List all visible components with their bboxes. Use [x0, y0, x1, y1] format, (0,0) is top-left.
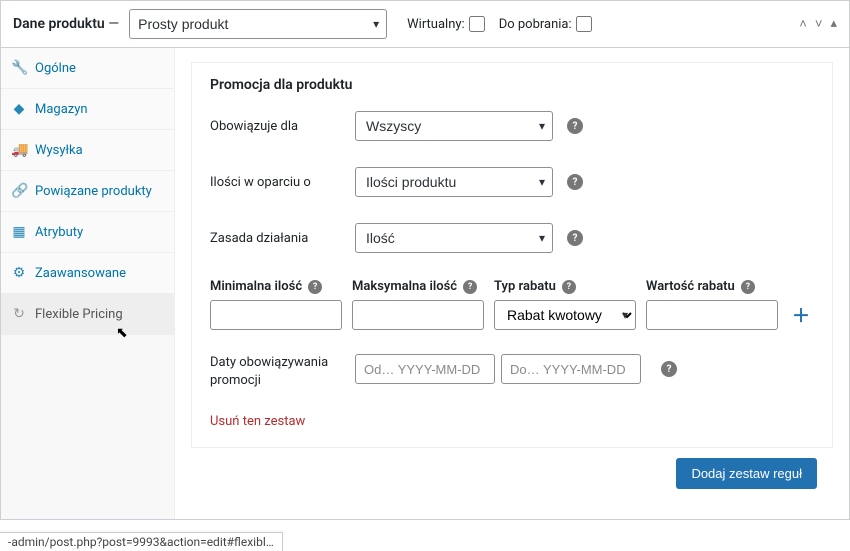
help-icon[interactable]: ?: [567, 118, 583, 134]
date-to-input[interactable]: [501, 354, 641, 384]
panel-header: Dane produktu — Prosty produkt Wirtualny…: [1, 1, 849, 48]
col-min-header: Minimalna ilość ?: [210, 279, 342, 294]
section-title: Promocja dla produktu: [210, 77, 814, 93]
tab-advanced[interactable]: ⚙ Zaawansowane: [1, 253, 174, 294]
qty-based-label: Ilości w oparciu o: [210, 175, 355, 190]
col-value-header: Wartość rabatu ?: [646, 279, 778, 294]
grid-icon: ▦: [11, 224, 27, 240]
tab-label: Magazyn: [35, 102, 88, 117]
add-row-icon[interactable]: ＋: [788, 302, 814, 328]
help-icon[interactable]: ?: [463, 280, 477, 294]
gear-icon: ⚙: [11, 265, 27, 281]
tab-label: Flexible Pricing: [35, 307, 123, 322]
help-icon[interactable]: ?: [308, 280, 322, 294]
rule-label: Zasada działania: [210, 231, 355, 246]
tab-content: Promocja dla produktu Obowiązuje dla Wsz…: [175, 48, 849, 519]
col-type-header: Typ rabatu ?: [494, 279, 636, 294]
help-icon[interactable]: ?: [567, 174, 583, 190]
tab-general[interactable]: 🔧 Ogólne: [1, 48, 174, 89]
product-tabs-sidebar: 🔧 Ogólne ◆ Magazyn 🚚 Wysyłka 🔗 Powiązane…: [1, 48, 175, 519]
move-down-icon[interactable]: ˅: [815, 16, 823, 32]
tab-label: Zaawansowane: [35, 266, 126, 281]
inventory-icon: ◆: [11, 101, 27, 117]
truck-icon: 🚚: [11, 142, 27, 158]
move-up-icon[interactable]: ˄: [799, 16, 807, 32]
col-max-header: Maksymalna ilość ?: [352, 279, 484, 294]
toggle-icon[interactable]: ▴: [830, 16, 837, 32]
help-icon[interactable]: ?: [567, 230, 583, 246]
applies-to-label: Obowiązuje dla: [210, 119, 355, 134]
product-data-panel: Dane produktu — Prosty produkt Wirtualny…: [0, 0, 850, 520]
help-icon[interactable]: ?: [661, 361, 677, 377]
tab-shipping[interactable]: 🚚 Wysyłka: [1, 130, 174, 171]
product-type-select[interactable]: Prosty produkt: [129, 9, 387, 39]
applies-to-select[interactable]: Wszyscy: [355, 111, 553, 141]
add-ruleset-button[interactable]: Dodaj zestaw reguł: [676, 458, 817, 489]
virtual-checkbox-label[interactable]: Wirtualny:: [407, 16, 485, 32]
help-icon[interactable]: ?: [562, 280, 576, 294]
tab-attributes[interactable]: ▦ Atrybuty: [1, 212, 174, 253]
dates-label: Daty obowiązywania promocji: [210, 354, 355, 390]
tab-inventory[interactable]: ◆ Magazyn: [1, 89, 174, 130]
downloadable-checkbox-label[interactable]: Do pobrania:: [499, 16, 592, 32]
max-qty-input[interactable]: [352, 300, 484, 330]
tab-linked[interactable]: 🔗 Powiązane produkty: [1, 171, 174, 212]
link-icon: 🔗: [11, 183, 27, 199]
rule-select[interactable]: Ilość: [355, 223, 553, 253]
downloadable-checkbox[interactable]: [576, 16, 592, 32]
discount-value-input[interactable]: [646, 300, 778, 330]
delete-set-link[interactable]: Usuń ten zestaw: [210, 414, 814, 429]
date-from-input[interactable]: [355, 354, 495, 384]
qty-based-select[interactable]: Ilości produktu: [355, 167, 553, 197]
tab-label: Powiązane produkty: [35, 184, 152, 199]
virtual-checkbox[interactable]: [469, 16, 485, 32]
panel-controls: ˄ ˅ ▴: [799, 16, 837, 32]
tab-label: Atrybuty: [35, 225, 83, 240]
browser-status-bar: -admin/post.php?post=9993&action=edit#fl…: [0, 532, 283, 551]
tab-label: Ogólne: [35, 61, 76, 76]
discount-type-select[interactable]: Rabat kwotowy: [494, 300, 636, 330]
wrench-icon: 🔧: [11, 60, 27, 76]
cursor-icon: ⬉: [116, 325, 289, 341]
help-icon[interactable]: ?: [741, 280, 755, 294]
refresh-icon: ↻: [11, 306, 27, 322]
panel-title: Dane produktu —: [13, 16, 119, 32]
tab-label: Wysyłka: [35, 143, 83, 158]
